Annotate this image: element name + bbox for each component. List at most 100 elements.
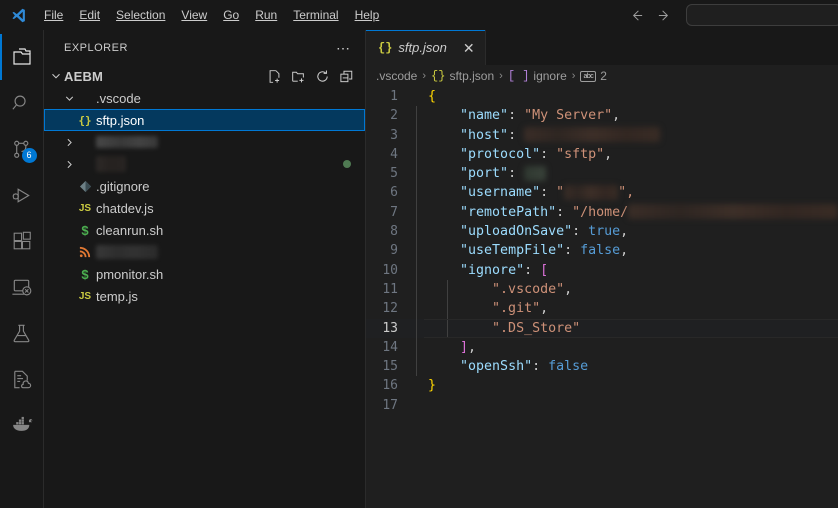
tree-item-redacted-folder-1[interactable] bbox=[44, 131, 365, 153]
command-center-input[interactable] bbox=[686, 4, 838, 26]
menu-item-view[interactable]: View bbox=[173, 4, 215, 26]
code-line[interactable]: 2 "name": "My Server", bbox=[366, 106, 838, 125]
sidebar-title: EXPLORER ⋯ bbox=[44, 30, 365, 65]
code-token bbox=[428, 243, 460, 258]
source-control-badge: 6 bbox=[22, 148, 37, 163]
sidebar-item-source-control[interactable]: 6 bbox=[0, 126, 44, 172]
code-line[interactable]: 5 "port": bbox=[366, 164, 838, 183]
code-token: , bbox=[564, 282, 572, 297]
sidebar-item-explorer[interactable] bbox=[0, 34, 44, 80]
code-token: ".DS_Store" bbox=[492, 321, 580, 336]
git-icon bbox=[76, 180, 94, 193]
indent-guide bbox=[416, 299, 417, 318]
sidebar-item-remote-explorer[interactable] bbox=[0, 264, 44, 310]
code-token: "username" bbox=[460, 185, 540, 200]
sidebar-item-search[interactable] bbox=[0, 80, 44, 126]
code-line[interactable]: 9 "useTempFile": false, bbox=[366, 241, 838, 260]
code-line[interactable]: 15 "openSsh": false bbox=[366, 357, 838, 376]
code-token: "remotePath" bbox=[460, 205, 556, 220]
tree-item-vscode[interactable]: .vscode bbox=[44, 87, 365, 109]
code-token: "sftp" bbox=[556, 147, 604, 162]
line-number: 16 bbox=[366, 376, 416, 395]
sidebar-item-remote-file-sync[interactable] bbox=[0, 356, 44, 402]
ellipsis-icon[interactable]: ⋯ bbox=[330, 43, 357, 53]
code-line[interactable]: 16} bbox=[366, 376, 838, 395]
code-line[interactable]: 7 "remotePath": "/home/", bbox=[366, 203, 838, 222]
folder-section-header[interactable]: AEBM bbox=[44, 65, 365, 87]
collapse-all-icon[interactable] bbox=[335, 65, 357, 87]
code-line[interactable]: 13 ".DS_Store" bbox=[366, 319, 838, 338]
tree-item-redacted-file[interactable] bbox=[44, 241, 365, 263]
breadcrumb-item-index[interactable]: abc 2 bbox=[580, 69, 606, 83]
sidebar-item-testing[interactable] bbox=[0, 310, 44, 356]
breadcrumb-item-sftp-json[interactable]: {} sftp.json bbox=[431, 69, 494, 83]
arrow-left-icon[interactable] bbox=[622, 0, 650, 30]
code-line[interactable]: 4 "protocol": "sftp", bbox=[366, 145, 838, 164]
shell-icon: $ bbox=[76, 223, 94, 238]
line-number: 8 bbox=[366, 222, 416, 241]
code-line[interactable]: 8 "uploadOnSave": true, bbox=[366, 222, 838, 241]
breadcrumb-label: .vscode bbox=[376, 69, 417, 83]
breadcrumb-label: ignore bbox=[533, 69, 566, 83]
code-line[interactable]: 6 "username": "", bbox=[366, 183, 838, 202]
arrow-right-icon[interactable] bbox=[650, 0, 678, 30]
sidebar-item-docker[interactable] bbox=[0, 400, 44, 446]
code-token: : bbox=[572, 224, 588, 239]
code-token: : bbox=[556, 205, 572, 220]
title-bar: File Edit Selection View Go Run Terminal… bbox=[0, 0, 838, 30]
code-token: ".vscode" bbox=[492, 282, 564, 297]
menu-item-edit[interactable]: Edit bbox=[71, 4, 108, 26]
tree-item-sftp-json[interactable]: {} sftp.json bbox=[44, 109, 365, 131]
code-line[interactable]: 3 "host": bbox=[366, 126, 838, 145]
breadcrumb-label: 2 bbox=[600, 69, 607, 83]
code-line[interactable]: 12 ".git", bbox=[366, 299, 838, 318]
tree-item-chatdev-js[interactable]: JS chatdev.js bbox=[44, 197, 365, 219]
code-token: , bbox=[468, 340, 476, 355]
line-number: 3 bbox=[366, 126, 416, 145]
close-icon[interactable]: ✕ bbox=[463, 42, 475, 54]
code-line[interactable]: 14 ], bbox=[366, 338, 838, 357]
code-line[interactable]: 17 bbox=[366, 396, 838, 415]
redacted-label bbox=[96, 245, 158, 259]
sidebar-item-extensions[interactable] bbox=[0, 218, 44, 264]
indent-guide bbox=[416, 280, 417, 299]
code-text: "openSsh": false bbox=[416, 357, 588, 376]
code-token: false bbox=[548, 359, 588, 374]
code-token bbox=[428, 205, 460, 220]
code-text: "name": "My Server", bbox=[416, 106, 620, 125]
tree-item-label: pmonitor.sh bbox=[96, 267, 163, 282]
code-line[interactable]: 1{ bbox=[366, 87, 838, 106]
code-token: "useTempFile" bbox=[460, 243, 564, 258]
code-line[interactable]: 11 ".vscode", bbox=[366, 280, 838, 299]
code-line[interactable]: 10 "ignore": [ bbox=[366, 261, 838, 280]
sidebar-item-run-and-debug[interactable] bbox=[0, 172, 44, 218]
breadcrumb-item-vscode[interactable]: .vscode bbox=[376, 69, 417, 83]
menu-item-go[interactable]: Go bbox=[215, 4, 247, 26]
tree-item-temp-js[interactable]: JS temp.js bbox=[44, 285, 365, 307]
tree-item-redacted-folder-2[interactable] bbox=[44, 153, 365, 175]
breadcrumb: .vscode › {} sftp.json › [ ] ignore › ab… bbox=[366, 65, 838, 87]
tree-item-label: chatdev.js bbox=[96, 201, 154, 216]
code-token bbox=[428, 301, 492, 316]
menu-item-terminal[interactable]: Terminal bbox=[285, 4, 346, 26]
new-file-icon[interactable] bbox=[263, 65, 285, 87]
menu-item-help-label: Help bbox=[355, 8, 380, 22]
refresh-icon[interactable] bbox=[311, 65, 333, 87]
code-text: "port": bbox=[416, 164, 546, 183]
menu-bar[interactable]: File Edit Selection View Go Run Terminal… bbox=[36, 4, 387, 26]
breadcrumb-item-ignore[interactable]: [ ] ignore bbox=[508, 69, 567, 83]
line-number: 11 bbox=[366, 280, 416, 299]
menu-item-file[interactable]: File bbox=[36, 4, 71, 26]
indent-guide bbox=[447, 280, 448, 299]
tree-item-cleanrun-sh[interactable]: $ cleanrun.sh bbox=[44, 219, 365, 241]
code-token: , bbox=[604, 147, 612, 162]
tab-sftp-json[interactable]: {} sftp.json ✕ bbox=[366, 30, 486, 65]
line-number: 14 bbox=[366, 338, 416, 357]
tree-item-pmonitor-sh[interactable]: $ pmonitor.sh bbox=[44, 263, 365, 285]
new-folder-icon[interactable] bbox=[287, 65, 309, 87]
code-editor[interactable]: 1{2 "name": "My Server",3 "host": 4 "pro… bbox=[366, 87, 838, 508]
tree-item-gitignore[interactable]: .gitignore bbox=[44, 175, 365, 197]
menu-item-selection[interactable]: Selection bbox=[108, 4, 173, 26]
menu-item-help[interactable]: Help bbox=[347, 4, 388, 26]
menu-item-run[interactable]: Run bbox=[247, 4, 285, 26]
